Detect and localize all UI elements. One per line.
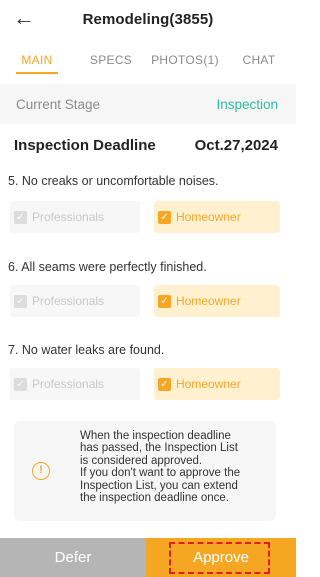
checklist-item-options: ✓ Professionals ✓ Homeowner xyxy=(10,368,280,400)
notice-text: When the inspection deadline has passed,… xyxy=(80,430,241,505)
professionals-label: Professionals xyxy=(32,294,105,308)
homeowner-checkbox[interactable]: ✓ Homeowner xyxy=(154,285,280,317)
homeowner-checkbox[interactable]: ✓ Homeowner xyxy=(154,201,280,233)
checklist-item-text: 5. No creaks or uncomfortable noises. xyxy=(8,174,219,188)
checklist-item-options: ✓ Professionals ✓ Homeowner xyxy=(10,285,280,317)
page-title: Remodeling(3855) xyxy=(82,10,214,28)
current-stage-value: Inspection xyxy=(216,96,278,112)
tab-photos[interactable]: PHOTOS(1) xyxy=(148,42,222,78)
homeowner-label: Homeowner xyxy=(176,210,241,224)
tab-chat[interactable]: CHAT xyxy=(222,42,296,78)
defer-button[interactable]: Defer xyxy=(0,538,146,577)
inspection-deadline-row: Inspection Deadline Oct.27,2024 xyxy=(0,130,296,160)
inspection-deadline-value: Oct.27,2024 xyxy=(194,136,278,154)
inspection-notice: ! When the inspection deadline has passe… xyxy=(14,421,276,521)
professionals-label: Professionals xyxy=(32,210,105,224)
checkbox-checked-icon: ✓ xyxy=(14,294,27,308)
homeowner-label: Homeowner xyxy=(176,377,241,391)
current-stage-row: Current Stage Inspection xyxy=(0,84,296,124)
homeowner-label: Homeowner xyxy=(176,294,241,308)
tab-specs[interactable]: SPECS xyxy=(74,42,148,78)
back-arrow-icon[interactable]: ← xyxy=(10,4,38,32)
checkbox-checked-icon: ✓ xyxy=(14,210,27,224)
checklist-item-text: 6. All seams were perfectly finished. xyxy=(8,260,207,274)
checkbox-checked-icon: ✓ xyxy=(158,210,171,224)
tab-main[interactable]: MAIN xyxy=(0,42,74,78)
checkbox-checked-icon: ✓ xyxy=(158,294,171,308)
checklist-item-text: 7. No water leaks are found. xyxy=(8,343,165,357)
professionals-label: Professionals xyxy=(32,377,105,391)
homeowner-checkbox[interactable]: ✓ Homeowner xyxy=(154,368,280,400)
approve-button[interactable]: Approve xyxy=(146,538,296,577)
checkbox-checked-icon: ✓ xyxy=(14,377,27,391)
checkbox-checked-icon: ✓ xyxy=(158,377,171,391)
professionals-checkbox[interactable]: ✓ Professionals xyxy=(10,285,140,317)
info-icon: ! xyxy=(32,462,50,480)
professionals-checkbox[interactable]: ✓ Professionals xyxy=(10,368,140,400)
checklist-item-options: ✓ Professionals ✓ Homeowner xyxy=(10,201,280,233)
bottom-action-bar: Defer Approve xyxy=(0,538,296,577)
tab-bar: MAIN SPECS PHOTOS(1) CHAT xyxy=(0,42,296,78)
approve-label: Approve xyxy=(193,549,249,566)
top-bar: ← Remodeling(3855) xyxy=(0,0,296,38)
professionals-checkbox[interactable]: ✓ Professionals xyxy=(10,201,140,233)
inspection-deadline-label: Inspection Deadline xyxy=(14,136,156,154)
current-stage-label: Current Stage xyxy=(16,96,101,112)
